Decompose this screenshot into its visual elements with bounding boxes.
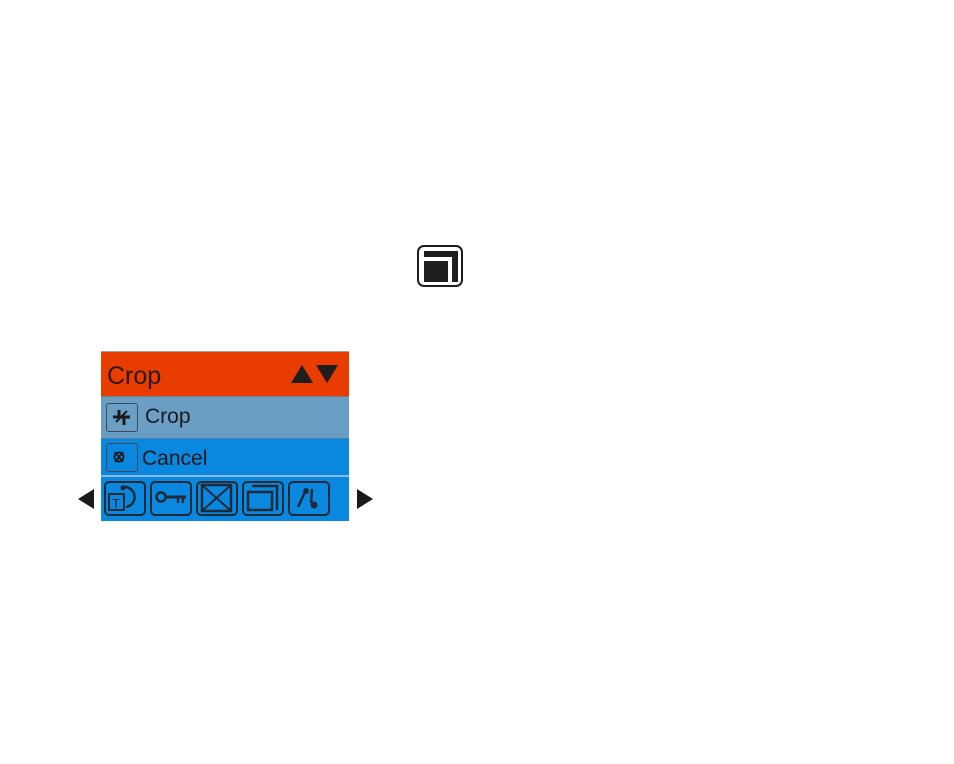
crop-icon [106, 403, 138, 432]
menu-header: Crop [101, 351, 349, 397]
window-frame-icon [246, 484, 279, 512]
toolbar-protect-button[interactable] [150, 481, 192, 516]
pen-edit-icon [296, 488, 318, 509]
menu-toolbar: T [101, 477, 349, 521]
crop-menu-panel: Crop Crop Cancel T [101, 351, 349, 521]
menu-item-cancel[interactable]: Cancel [101, 439, 349, 477]
menu-item-label: Crop [145, 405, 191, 428]
previous-arrow-icon[interactable] [78, 489, 95, 514]
text-rotate-icon: T [108, 485, 136, 511]
delete-box-icon [200, 483, 233, 513]
svg-text:T: T [112, 496, 120, 511]
menu-item-crop[interactable]: Crop [101, 397, 349, 439]
window-layout-icon [417, 245, 463, 287]
toolbar-delete-button[interactable] [196, 481, 238, 516]
menu-title: Crop [107, 362, 162, 390]
toolbar-window-button[interactable] [242, 481, 284, 516]
toolbar-text-rotate-button[interactable]: T [104, 481, 146, 516]
next-arrow-icon[interactable] [357, 489, 374, 514]
up-down-arrows-icon[interactable] [291, 364, 339, 384]
toolbar-edit-button[interactable] [288, 481, 330, 516]
key-icon [155, 491, 186, 503]
cancel-icon [106, 443, 138, 472]
menu-item-label: Cancel [142, 447, 208, 470]
